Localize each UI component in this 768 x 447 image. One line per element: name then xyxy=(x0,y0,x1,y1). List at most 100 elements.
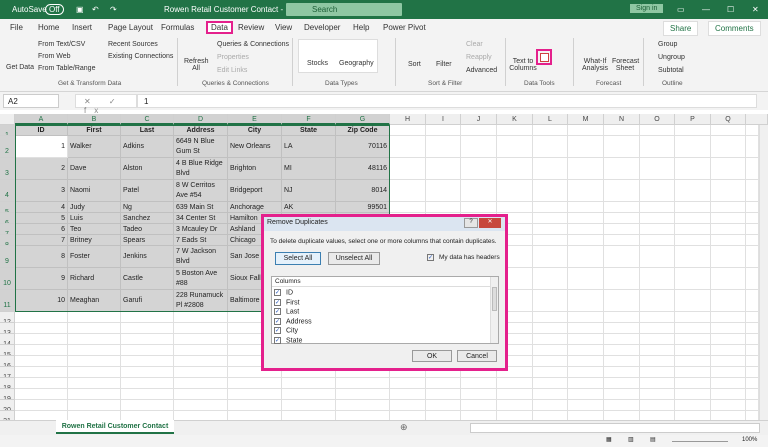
tab-page-layout[interactable]: Page Layout xyxy=(108,23,153,32)
cell[interactable] xyxy=(604,202,640,213)
queries-connections-button[interactable]: Queries & Connections xyxy=(217,41,289,48)
cell[interactable] xyxy=(533,158,568,180)
geography-button[interactable]: Geography xyxy=(339,60,374,67)
cell[interactable] xyxy=(568,213,604,224)
dialog-close-button[interactable]: ✕ xyxy=(479,218,501,228)
cell[interactable] xyxy=(461,389,497,400)
cell[interactable] xyxy=(675,246,711,268)
cell[interactable] xyxy=(640,389,675,400)
maximize-icon[interactable]: ☐ xyxy=(727,5,734,14)
column-header-J[interactable]: J xyxy=(461,114,497,125)
cell[interactable] xyxy=(533,202,568,213)
formula-input[interactable]: 1 xyxy=(137,94,757,108)
cell[interactable] xyxy=(675,268,711,290)
cell[interactable] xyxy=(640,158,675,180)
columns-list[interactable]: Columns ✓ ID ✓ First ✓ Last ✓ Address ✓ City ✓ Stat… xyxy=(271,276,499,344)
cell[interactable] xyxy=(746,136,759,158)
tab-insert[interactable]: Insert xyxy=(72,23,92,32)
checkbox-icon[interactable]: ✓ xyxy=(274,298,281,306)
cell[interactable] xyxy=(68,334,121,345)
cell[interactable] xyxy=(15,312,68,323)
cell[interactable] xyxy=(533,389,568,400)
cell[interactable] xyxy=(121,367,174,378)
cell[interactable] xyxy=(68,323,121,334)
cell[interactable] xyxy=(746,400,759,411)
stocks-button[interactable]: Stocks xyxy=(307,60,328,67)
cell[interactable] xyxy=(533,246,568,268)
sort-button[interactable]: Sort xyxy=(408,61,421,68)
cell[interactable] xyxy=(675,356,711,367)
ribbon-display-icon[interactable]: ▭ xyxy=(677,5,685,14)
cell[interactable] xyxy=(426,400,461,411)
cell[interactable] xyxy=(282,400,336,411)
cell[interactable] xyxy=(426,389,461,400)
cell[interactable] xyxy=(746,202,759,213)
cell[interactable] xyxy=(497,136,533,158)
cell[interactable] xyxy=(533,290,568,312)
cell[interactable] xyxy=(640,378,675,389)
cell[interactable] xyxy=(675,235,711,246)
cell[interactable] xyxy=(568,202,604,213)
cell[interactable] xyxy=(604,367,640,378)
cell[interactable] xyxy=(604,180,640,202)
cell[interactable] xyxy=(746,268,759,290)
checkbox-icon[interactable]: ✓ xyxy=(274,336,281,344)
cell[interactable] xyxy=(15,345,68,356)
cell[interactable] xyxy=(68,345,121,356)
cell[interactable] xyxy=(746,224,759,235)
from-web-button[interactable]: From Web xyxy=(38,53,71,60)
cell[interactable] xyxy=(15,378,68,389)
cell[interactable] xyxy=(390,180,426,202)
cell[interactable] xyxy=(604,136,640,158)
cell[interactable] xyxy=(640,136,675,158)
column-header-F[interactable]: F xyxy=(282,114,336,125)
row-header[interactable]: 1 xyxy=(0,125,15,136)
cell[interactable] xyxy=(746,356,759,367)
cell[interactable] xyxy=(675,213,711,224)
cell[interactable] xyxy=(711,323,746,334)
cell[interactable] xyxy=(604,268,640,290)
sign-in-button[interactable]: Sign in xyxy=(630,4,664,13)
cell[interactable] xyxy=(568,180,604,202)
cell[interactable] xyxy=(336,378,390,389)
cell[interactable] xyxy=(15,323,68,334)
cell[interactable] xyxy=(390,158,426,180)
cell[interactable] xyxy=(533,312,568,323)
advanced-button[interactable]: Advanced xyxy=(466,67,497,74)
page-layout-icon[interactable]: ▥ xyxy=(628,436,634,443)
cell[interactable] xyxy=(746,345,759,356)
cell[interactable] xyxy=(68,378,121,389)
row-header[interactable]: 16 xyxy=(0,356,15,367)
cell[interactable] xyxy=(640,213,675,224)
group-button[interactable]: Group xyxy=(658,41,677,48)
cell[interactable] xyxy=(533,180,568,202)
cell[interactable] xyxy=(15,367,68,378)
checkbox-icon[interactable]: ✓ xyxy=(274,289,281,296)
cell[interactable] xyxy=(497,202,533,213)
row-header[interactable]: 15 xyxy=(0,345,15,356)
cell[interactable] xyxy=(640,246,675,268)
tab-home[interactable]: Home xyxy=(38,23,59,32)
cell[interactable] xyxy=(640,334,675,345)
cell[interactable] xyxy=(746,367,759,378)
cell[interactable] xyxy=(568,345,604,356)
cell[interactable] xyxy=(640,268,675,290)
save-icon[interactable]: ▣ xyxy=(76,5,84,14)
cell[interactable] xyxy=(640,224,675,235)
tab-data[interactable]: Data xyxy=(206,21,233,34)
cell[interactable] xyxy=(174,400,228,411)
cell[interactable] xyxy=(675,400,711,411)
cell[interactable] xyxy=(174,378,228,389)
existing-connections-button[interactable]: Existing Connections xyxy=(108,53,173,60)
cell[interactable] xyxy=(640,345,675,356)
ungroup-button[interactable]: Ungroup xyxy=(658,54,685,61)
remove-duplicates-button[interactable] xyxy=(536,49,552,65)
row-header[interactable]: 11 xyxy=(0,290,15,312)
column-header-A[interactable]: A xyxy=(15,114,68,125)
column-checkbox-state[interactable]: ✓ State xyxy=(274,336,302,344)
cell[interactable] xyxy=(497,378,533,389)
cell[interactable] xyxy=(640,202,675,213)
cell[interactable] xyxy=(121,345,174,356)
cell[interactable] xyxy=(461,400,497,411)
ok-button[interactable]: OK xyxy=(412,350,452,362)
